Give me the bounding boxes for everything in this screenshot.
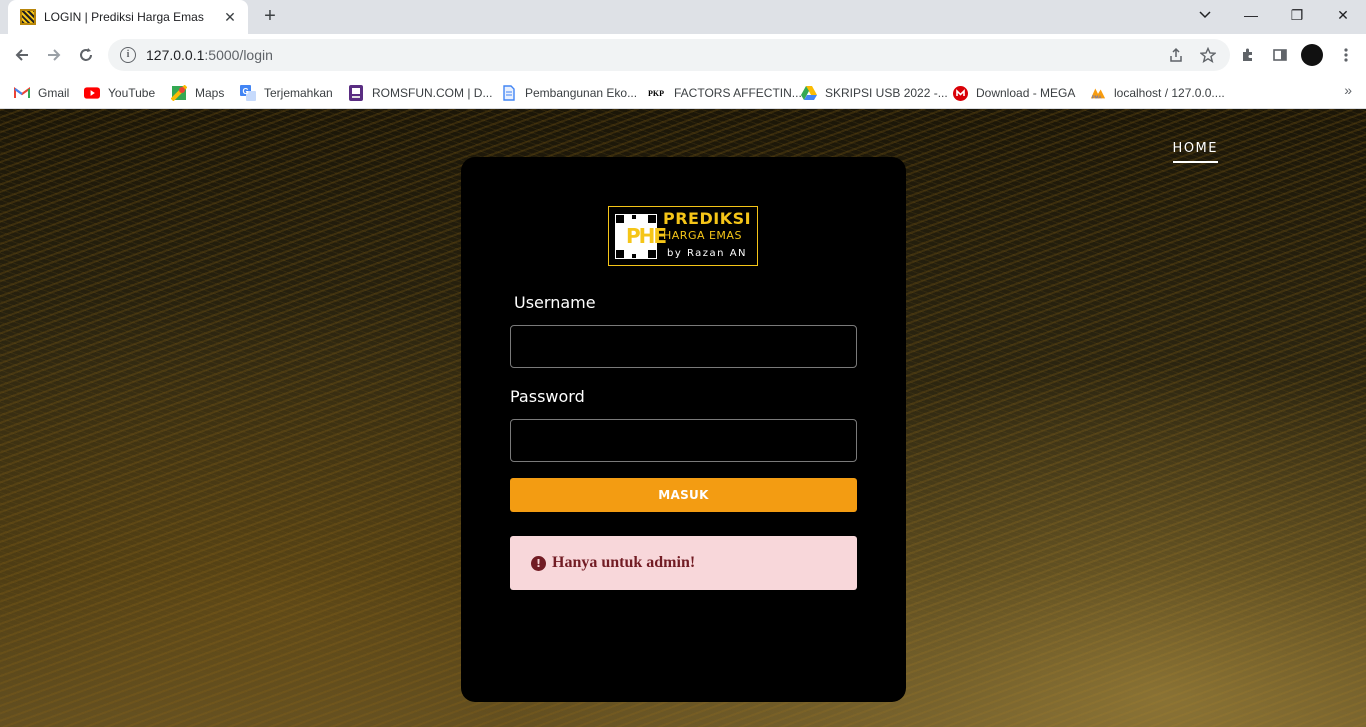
side-panel-icon[interactable] bbox=[1266, 41, 1294, 69]
bookmark-label: YouTube bbox=[108, 86, 156, 100]
username-field[interactable] bbox=[510, 325, 857, 368]
back-button[interactable] bbox=[8, 41, 36, 69]
bookmark-label: ROMSFUN.COM | D... bbox=[372, 86, 493, 100]
bookmark-skripsi[interactable]: SKRIPSI USB 2022 -... bbox=[801, 82, 948, 104]
tab-close-icon[interactable]: ✕ bbox=[222, 9, 238, 25]
more-bookmarks-icon[interactable]: » bbox=[1344, 82, 1352, 98]
url-host: 127.0.0.1 bbox=[146, 47, 205, 63]
password-label: Password bbox=[510, 387, 585, 406]
bookmark-label: FACTORS AFFECTIN... bbox=[674, 86, 802, 100]
bookmark-label: Pembangunan Eko... bbox=[525, 86, 638, 100]
url-path: :5000/login bbox=[204, 47, 273, 63]
tab-strip: LOGIN | Prediksi Harga Emas ✕ + — ❐ ✕ bbox=[0, 0, 1366, 34]
bookmark-romsfun[interactable]: ROMSFUN.COM | D... bbox=[348, 82, 492, 104]
login-submit-button[interactable]: MASUK bbox=[510, 478, 857, 512]
username-label: Username bbox=[514, 293, 596, 312]
svg-text:PKP: PKP bbox=[648, 89, 664, 98]
login-card: PHE PREDIKSI HARGA EMAS by Razan AN User… bbox=[461, 157, 906, 702]
gmail-icon bbox=[14, 85, 30, 101]
youtube-icon bbox=[84, 85, 100, 101]
minimize-button[interactable]: — bbox=[1228, 0, 1274, 30]
bookmark-youtube[interactable]: YouTube bbox=[84, 82, 155, 104]
extensions-icon[interactable] bbox=[1234, 41, 1262, 69]
bookmark-localhost[interactable]: PMA localhost / 127.0.0.... bbox=[1090, 82, 1225, 104]
reload-button[interactable] bbox=[72, 41, 100, 69]
bookmark-factors[interactable]: PKP FACTORS AFFECTIN... bbox=[648, 82, 802, 104]
mega-icon bbox=[952, 85, 968, 101]
tab-title: LOGIN | Prediksi Harga Emas bbox=[44, 10, 204, 24]
document-icon bbox=[501, 85, 517, 101]
bookmark-gmail[interactable]: Gmail bbox=[14, 82, 69, 104]
logo-byline: by Razan AN bbox=[667, 248, 748, 259]
logo-title: PREDIKSI bbox=[663, 209, 752, 228]
bookmark-label: Gmail bbox=[38, 86, 70, 100]
site-info-icon[interactable]: i bbox=[120, 47, 136, 63]
logo-mark-text: PHE bbox=[626, 224, 667, 248]
close-window-button[interactable]: ✕ bbox=[1320, 0, 1366, 30]
bookmark-pembangunan[interactable]: Pembangunan Eko... bbox=[501, 82, 637, 104]
restore-button[interactable]: ❐ bbox=[1274, 0, 1320, 30]
bookmark-mega[interactable]: Download - MEGA bbox=[952, 82, 1075, 104]
tab-search-icon[interactable] bbox=[1182, 0, 1228, 30]
site-logo: PHE PREDIKSI HARGA EMAS by Razan AN bbox=[608, 206, 758, 266]
browser-toolbar: i 127.0.0.1:5000/login bbox=[0, 34, 1366, 76]
error-alert: ! Hanya untuk admin! bbox=[510, 536, 857, 590]
exclamation-circle-icon: ! bbox=[531, 555, 546, 571]
bookmark-translate[interactable]: G Terjemahkan bbox=[240, 82, 333, 104]
url-text: 127.0.0.1:5000/login bbox=[146, 47, 273, 63]
bookmarks-bar: Gmail YouTube Maps G Terjemahkan ROMSFUN… bbox=[0, 76, 1366, 109]
site-favicon-icon bbox=[20, 9, 36, 25]
phpmyadmin-icon: PMA bbox=[1090, 85, 1106, 101]
romsfun-icon bbox=[348, 85, 364, 101]
translate-icon: G bbox=[240, 85, 256, 101]
forward-arrow-icon bbox=[48, 49, 61, 61]
pkp-icon: PKP bbox=[648, 85, 666, 101]
svg-text:G: G bbox=[243, 87, 249, 96]
svg-text:PMA: PMA bbox=[1092, 94, 1103, 99]
logo-mark-icon: PHE bbox=[613, 212, 667, 261]
bookmark-maps[interactable]: Maps bbox=[171, 82, 224, 104]
alert-message: Hanya untuk admin! bbox=[552, 554, 696, 571]
bookmark-label: SKRIPSI USB 2022 -... bbox=[825, 86, 948, 100]
new-tab-button[interactable]: + bbox=[258, 5, 282, 29]
avatar bbox=[1301, 44, 1323, 66]
logo-subtitle: HARGA EMAS bbox=[663, 229, 742, 242]
reload-icon bbox=[80, 48, 92, 61]
forward-button[interactable] bbox=[40, 41, 68, 69]
bookmark-star-icon[interactable] bbox=[1194, 39, 1222, 71]
bookmark-label: Terjemahkan bbox=[264, 86, 333, 100]
maps-icon bbox=[171, 85, 187, 101]
bookmark-label: Maps bbox=[195, 86, 225, 100]
page-viewport: HOME PHE PREDIKSI HARGA EMAS by Razan AN… bbox=[0, 109, 1366, 727]
bookmark-label: localhost / 127.0.0.... bbox=[1114, 86, 1225, 100]
share-icon[interactable] bbox=[1162, 39, 1190, 71]
password-field[interactable] bbox=[510, 419, 857, 462]
profile-avatar[interactable] bbox=[1298, 41, 1326, 69]
browser-tab[interactable]: LOGIN | Prediksi Harga Emas ✕ bbox=[8, 0, 248, 34]
bookmark-label: Download - MEGA bbox=[976, 86, 1076, 100]
address-bar[interactable]: i 127.0.0.1:5000/login bbox=[108, 39, 1230, 71]
back-arrow-icon bbox=[15, 49, 28, 61]
nav-home-link[interactable]: HOME bbox=[1172, 141, 1218, 163]
browser-menu-icon[interactable] bbox=[1332, 41, 1360, 69]
google-drive-icon bbox=[801, 85, 817, 101]
